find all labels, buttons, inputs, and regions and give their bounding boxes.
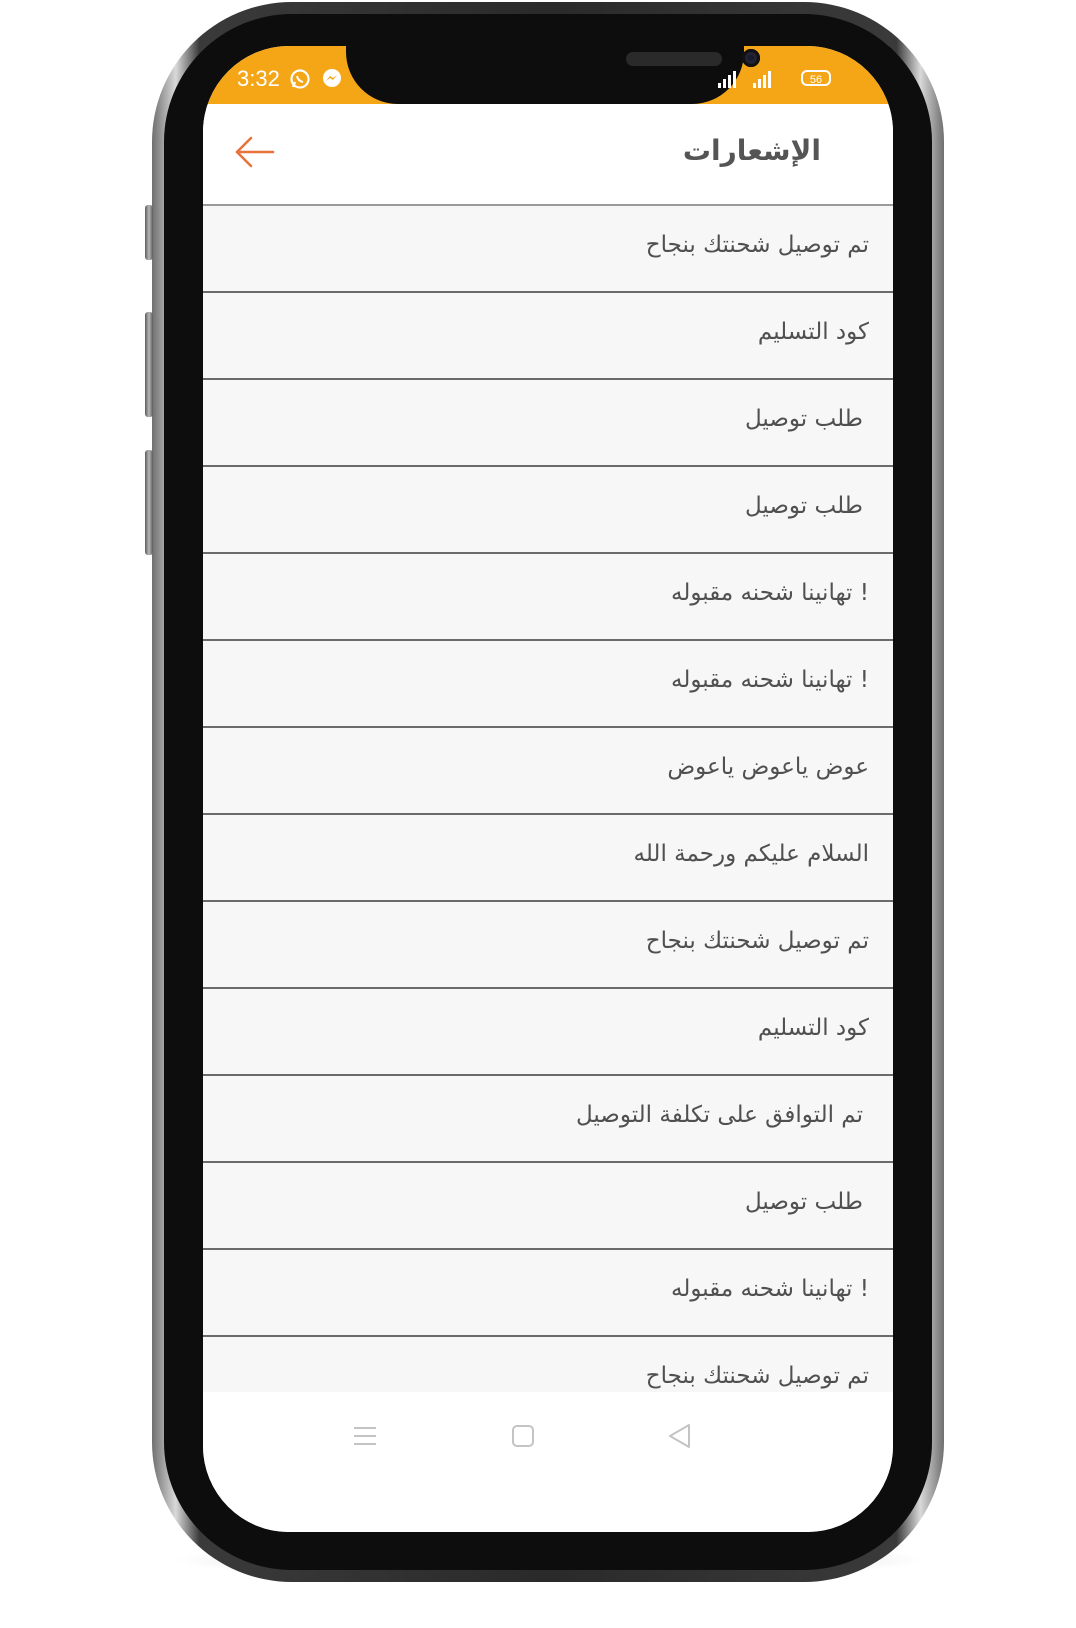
- notification-text: السلام عليكم ورحمة الله: [633, 841, 869, 867]
- home-button[interactable]: [503, 1416, 543, 1456]
- list-item[interactable]: ! تهانينا شحنه مقبوله: [203, 554, 893, 641]
- back-triangle-icon: [669, 1424, 690, 1448]
- notification-text: عوض ياعوض ياعوض: [667, 754, 869, 780]
- app-bar: الإشعارات: [203, 104, 893, 206]
- list-item[interactable]: السلام عليكم ورحمة الله: [203, 815, 893, 902]
- system-back-button[interactable]: [659, 1416, 699, 1456]
- volume-down-button: [145, 450, 153, 555]
- notification-text: تم توصيل شحنتك بنجاح: [645, 928, 869, 954]
- front-camera: [742, 49, 760, 67]
- notification-text: تم التوافق على تكلفة التوصيل: [575, 1102, 863, 1128]
- signal-strength-icon-2: [753, 70, 771, 88]
- battery-icon: 56: [801, 70, 831, 86]
- list-item[interactable]: طلب توصيل: [203, 467, 893, 554]
- list-item[interactable]: طلب توصيل: [203, 380, 893, 467]
- list-item[interactable]: تم توصيل شحنتك بنجاح: [203, 206, 893, 293]
- notification-text: طلب توصيل: [745, 406, 863, 432]
- home-square-icon: [512, 1425, 534, 1447]
- recent-apps-button[interactable]: [345, 1416, 385, 1456]
- page-title: الإشعارات: [682, 134, 821, 167]
- status-bar: 3:32 56: [203, 46, 893, 104]
- notification-text: ! تهانينا شحنه مقبوله: [671, 580, 869, 606]
- page: 3:32 56 الإشعارات تم توصيل شحنتك بنجاح ك…: [0, 0, 1076, 1628]
- signal-strength-icon: [718, 70, 736, 88]
- phone-screen: 3:32 56 الإشعارات تم توصيل شحنتك بنجاح ك…: [203, 46, 893, 1532]
- mute-switch: [145, 205, 153, 260]
- notch: [346, 46, 760, 104]
- arrow-left-icon: [235, 136, 275, 168]
- list-item[interactable]: ! تهانينا شحنه مقبوله: [203, 641, 893, 728]
- notification-text: طلب توصيل: [745, 1189, 863, 1215]
- volume-up-button: [145, 312, 153, 417]
- system-nav-bar: [203, 1392, 893, 1532]
- status-time: 3:32: [237, 66, 280, 91]
- whatsapp-icon: [289, 68, 311, 95]
- list-item[interactable]: تم توصيل شحنتك بنجاح: [203, 902, 893, 989]
- list-item[interactable]: كود التسليم: [203, 293, 893, 380]
- list-item[interactable]: تم التوافق على تكلفة التوصيل: [203, 1076, 893, 1163]
- notification-text: تم توصيل شحنتك بنجاح: [645, 1363, 869, 1389]
- notification-text: كود التسليم: [757, 319, 869, 345]
- back-button[interactable]: [233, 134, 277, 170]
- list-item[interactable]: طلب توصيل: [203, 1163, 893, 1250]
- list-item[interactable]: كود التسليم: [203, 989, 893, 1076]
- notification-text: ! تهانينا شحنه مقبوله: [671, 1276, 869, 1302]
- speaker-grille: [626, 52, 722, 66]
- messenger-icon: [321, 68, 343, 95]
- list-item[interactable]: عوض ياعوض ياعوض: [203, 728, 893, 815]
- notification-text: طلب توصيل: [745, 493, 863, 519]
- notification-text: كود التسليم: [757, 1015, 869, 1041]
- notification-list: تم توصيل شحنتك بنجاح كود التسليم طلب توص…: [203, 206, 893, 1424]
- menu-icon: [354, 1427, 376, 1445]
- list-item[interactable]: ! تهانينا شحنه مقبوله: [203, 1250, 893, 1337]
- notification-text: ! تهانينا شحنه مقبوله: [671, 667, 869, 693]
- notification-text: تم توصيل شحنتك بنجاح: [645, 232, 869, 258]
